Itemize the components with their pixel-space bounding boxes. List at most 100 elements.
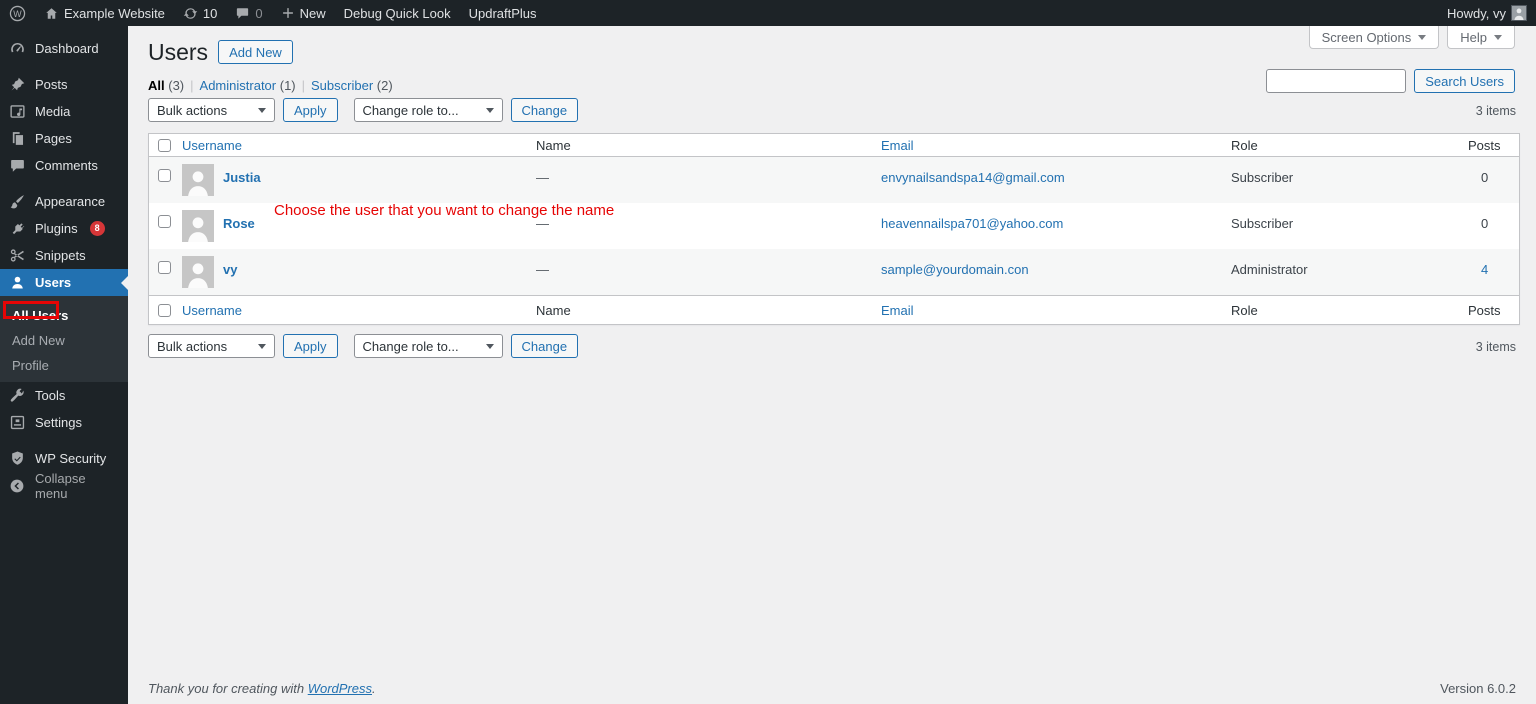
wordpress-logo-icon: W bbox=[9, 5, 26, 22]
change-button-bottom[interactable]: Change bbox=[510, 334, 579, 358]
chevron-down-icon bbox=[258, 343, 266, 349]
row-checkbox[interactable] bbox=[158, 169, 171, 182]
sidebar-item-wp-security[interactable]: WP Security bbox=[0, 445, 128, 472]
username-link[interactable]: Rose bbox=[223, 210, 255, 249]
posts-cell: 0 bbox=[1481, 216, 1489, 231]
apply-button[interactable]: Apply bbox=[283, 98, 338, 122]
dashboard-icon bbox=[8, 40, 26, 58]
debug-quick-look-menu[interactable]: Debug Quick Look bbox=[335, 0, 460, 26]
svg-text:W: W bbox=[13, 8, 22, 18]
table-row: Justia — envynailsandspa14@gmail.com Sub… bbox=[149, 157, 1519, 203]
appearance-brush-icon bbox=[8, 193, 26, 211]
username-link[interactable]: vy bbox=[223, 256, 237, 295]
new-label: New bbox=[299, 5, 326, 21]
sidebar-item-media[interactable]: Media bbox=[0, 98, 128, 125]
bulk-actions-select-bottom[interactable]: Bulk actions bbox=[148, 334, 275, 358]
sidebar-item-label: Media bbox=[35, 104, 71, 119]
submenu-item-all-users[interactable]: All Users bbox=[0, 301, 128, 328]
footer-thanks: Thank you for creating with WordPress. bbox=[148, 681, 376, 696]
column-footer-username[interactable]: Username bbox=[182, 303, 536, 318]
plugins-icon bbox=[8, 220, 26, 238]
filter-all[interactable]: All (3) bbox=[148, 78, 184, 93]
wrench-icon bbox=[8, 387, 26, 405]
pages-icon bbox=[8, 130, 26, 148]
updraftplus-menu[interactable]: UpdraftPlus bbox=[460, 0, 546, 26]
row-checkbox[interactable] bbox=[158, 215, 171, 228]
username-link[interactable]: Justia bbox=[223, 164, 261, 203]
screen-options-tab[interactable]: Screen Options bbox=[1308, 26, 1440, 49]
submenu-item-label: Add New bbox=[12, 333, 65, 348]
sidebar-item-tools[interactable]: Tools bbox=[0, 382, 128, 409]
screen-options-label: Screen Options bbox=[1321, 29, 1412, 45]
column-header-username[interactable]: Username bbox=[182, 138, 536, 153]
admin-sidebar: Dashboard Posts Media Pages Comments App… bbox=[0, 26, 128, 704]
shield-icon bbox=[8, 450, 26, 468]
sidebar-item-plugins[interactable]: Plugins 8 bbox=[0, 215, 128, 242]
change-role-select-bottom[interactable]: Change role to... bbox=[353, 334, 503, 358]
comments-menu[interactable]: 0 bbox=[226, 0, 271, 26]
column-footer-email[interactable]: Email bbox=[881, 303, 1231, 318]
collapse-arrow-icon bbox=[8, 477, 26, 495]
column-header-name: Name bbox=[536, 137, 571, 153]
table-footer-row: Username Name Email Role Posts bbox=[149, 295, 1519, 324]
email-link[interactable]: sample@yourdomain.con bbox=[881, 249, 1231, 295]
items-count-bottom: 3 items bbox=[1475, 340, 1516, 354]
sidebar-item-label: Settings bbox=[35, 415, 82, 430]
updraftplus-label: UpdraftPlus bbox=[468, 5, 537, 21]
table-header-row: Username Name Email Role Posts bbox=[149, 134, 1519, 157]
new-content-menu[interactable]: New bbox=[272, 0, 335, 26]
wordpress-logo-menu[interactable]: W bbox=[0, 0, 35, 26]
site-link[interactable]: Example Website bbox=[35, 0, 174, 26]
table-row: Rose — heavennailspa701@yahoo.com Subscr… bbox=[149, 203, 1519, 249]
change-button[interactable]: Change bbox=[510, 98, 579, 122]
add-new-button[interactable]: Add New bbox=[218, 40, 293, 65]
chevron-down-icon bbox=[258, 107, 266, 113]
bulk-actions-select[interactable]: Bulk actions bbox=[148, 98, 275, 122]
sidebar-item-snippets[interactable]: Snippets bbox=[0, 242, 128, 269]
submenu-item-profile[interactable]: Profile bbox=[0, 353, 128, 378]
sidebar-item-users[interactable]: Users bbox=[0, 269, 128, 296]
search-users-button[interactable]: Search Users bbox=[1414, 69, 1515, 93]
sidebar-item-collapse-menu[interactable]: Collapse menu bbox=[0, 470, 128, 501]
select-all-checkbox[interactable] bbox=[158, 303, 171, 317]
submenu-item-add-new[interactable]: Add New bbox=[0, 328, 128, 353]
updates-menu[interactable]: 10 bbox=[174, 0, 226, 26]
user-role-filters: All (3) | Administrator (1) | Subscriber (2) bbox=[148, 78, 393, 93]
sidebar-item-comments[interactable]: Comments bbox=[0, 152, 128, 179]
wordpress-link[interactable]: WordPress bbox=[308, 681, 372, 696]
column-header-posts: Posts bbox=[1468, 137, 1501, 153]
apply-button-bottom[interactable]: Apply bbox=[283, 334, 338, 358]
comment-bubble-icon bbox=[235, 6, 250, 21]
name-cell: — bbox=[536, 170, 549, 185]
email-link[interactable]: heavennailspa701@yahoo.com bbox=[881, 203, 1231, 249]
column-header-email[interactable]: Email bbox=[881, 138, 1231, 153]
posts-link[interactable]: 4 bbox=[1468, 249, 1519, 295]
sidebar-item-label: Users bbox=[35, 275, 72, 290]
sidebar-item-dashboard[interactable]: Dashboard bbox=[0, 35, 128, 62]
filter-administrator[interactable]: Administrator (1) bbox=[200, 78, 296, 93]
sidebar-item-settings[interactable]: Settings bbox=[0, 409, 128, 436]
avatar bbox=[182, 256, 214, 288]
page-title: Users bbox=[148, 39, 209, 65]
table-row: vy — sample@yourdomain.con Administrator… bbox=[149, 249, 1519, 295]
select-all-checkbox[interactable] bbox=[158, 138, 171, 152]
help-tab[interactable]: Help bbox=[1447, 26, 1515, 49]
settings-icon bbox=[8, 414, 26, 432]
my-account-menu[interactable]: Howdy, vy bbox=[1438, 5, 1536, 21]
email-link[interactable]: envynailsandspa14@gmail.com bbox=[881, 157, 1231, 203]
search-users-input[interactable] bbox=[1266, 69, 1407, 93]
sidebar-item-appearance[interactable]: Appearance bbox=[0, 188, 128, 215]
pin-icon bbox=[8, 76, 26, 94]
sidebar-item-pages[interactable]: Pages bbox=[0, 125, 128, 152]
scissors-icon bbox=[8, 247, 26, 265]
sidebar-item-posts[interactable]: Posts bbox=[0, 71, 128, 98]
users-table: Username Name Email Role Posts Justia — … bbox=[148, 133, 1520, 325]
change-role-select[interactable]: Change role to... bbox=[353, 98, 503, 122]
filter-subscriber[interactable]: Subscriber (2) bbox=[311, 78, 393, 93]
sidebar-item-label: Collapse menu bbox=[35, 470, 86, 501]
sidebar-item-label: Snippets bbox=[35, 248, 86, 263]
update-count: 10 bbox=[202, 5, 218, 21]
column-footer-name: Name bbox=[536, 302, 571, 318]
row-checkbox[interactable] bbox=[158, 261, 171, 274]
howdy-text: Howdy, vy bbox=[1447, 5, 1506, 21]
